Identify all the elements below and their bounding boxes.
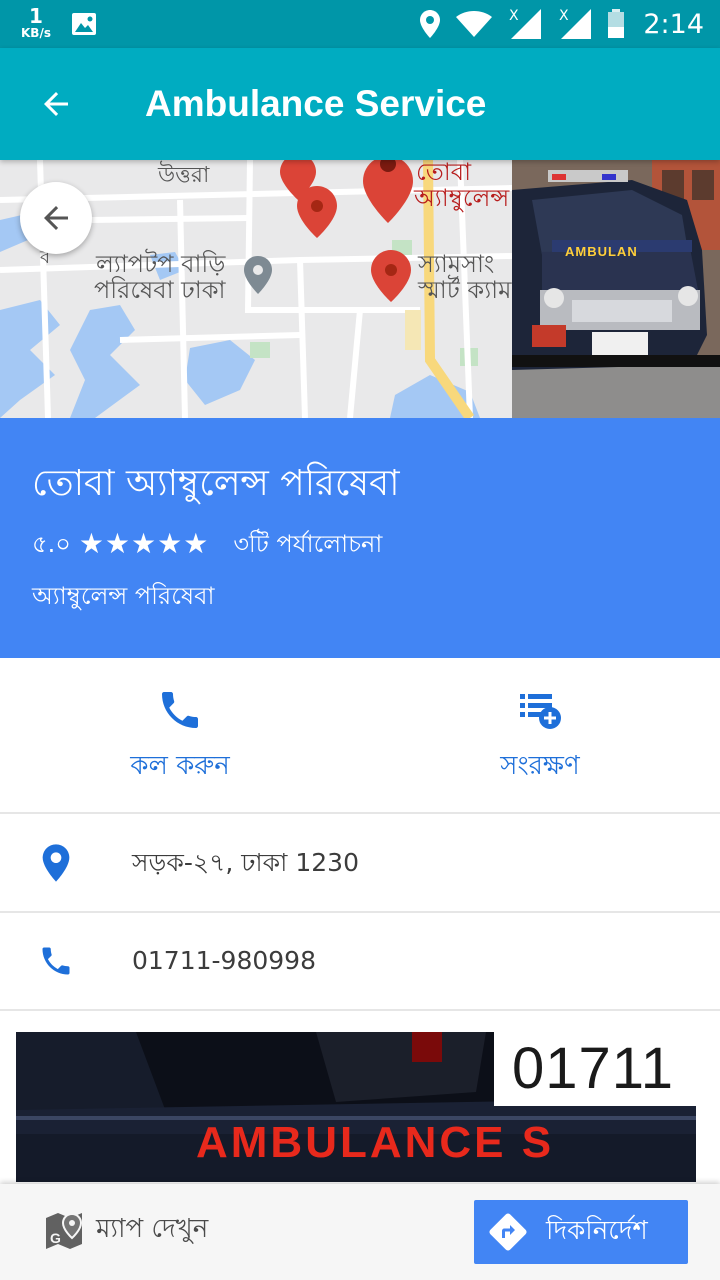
map-back-button[interactable] [20, 182, 92, 254]
bottom-bar: G ম্যাপ দেখুন দিকনির্দেশ [0, 1184, 720, 1280]
phone-icon [156, 686, 204, 734]
call-button[interactable]: কল করুন [0, 660, 360, 814]
place-category: অ্যাম্বুলেন্স পরিষেবা [32, 582, 215, 610]
map-label-laptop: ল্যাপটপ বাড়ি [96, 250, 226, 278]
banner-photo[interactable]: 01711 AMBULANCE S [16, 1032, 696, 1182]
phone-icon [36, 938, 76, 984]
directions-label: দিকনির্দেশ [546, 1216, 648, 1246]
view-map-label: ম্যাপ দেখুন [96, 1214, 209, 1244]
map-label-laptop-2: পরিষেবা ঢাকা [94, 276, 226, 304]
gallery-notification-icon [72, 13, 96, 35]
call-button-label: কল করুন [130, 751, 230, 781]
phone-row[interactable]: 01711-980998 [0, 913, 720, 1011]
back-button[interactable] [24, 80, 88, 128]
wifi-icon [456, 11, 493, 37]
rating-row: ৫.০ ★★★★★ ৩টি পর্যালোচনা [32, 524, 382, 564]
map-label-samsung: স্যামসাং [418, 250, 495, 278]
arrow-back-icon [44, 92, 68, 116]
svg-text:X: X [509, 8, 519, 24]
reviews-link[interactable]: ৩টি পর্যালোচনা [233, 524, 382, 564]
battery-icon [608, 9, 625, 38]
signal-sim1-icon: X [509, 8, 542, 39]
directions-icon [488, 1212, 528, 1252]
banner-phone-number: 01711 [512, 1036, 674, 1101]
network-speed-value: 1 [29, 4, 43, 28]
screen: 1 KB/s X X 2:14 Ambulance Service উত্তরা… [0, 0, 720, 1280]
map-label-samsung-2: স্মার্ট ক্যাম [418, 276, 512, 304]
place-name: তোবা অ্যাম্বুলেন্স পরিষেবা [32, 463, 400, 504]
svg-text:X: X [559, 8, 569, 24]
map-label-uttara: উত্তরা [158, 163, 210, 188]
place-header: তোবা অ্যাম্বুলেন্স পরিষেবা ৫.০ ★★★★★ ৩টি… [0, 418, 720, 658]
network-speed: 1 KB/s [18, 6, 54, 40]
page-title: Ambulance Service [145, 83, 487, 124]
rating-stars: ★★★★★ [78, 527, 210, 560]
svg-text:G: G [50, 1230, 61, 1246]
signal-sim2-icon: X [559, 8, 592, 39]
map-icon: G [46, 1212, 83, 1249]
map-preview[interactable]: উত্তরা ব ল্যাপটপ বাড়ি পরিষেবা ঢাকা তোবা… [0, 160, 512, 418]
ambulance-vehicle-text: AMBULAN [565, 244, 638, 259]
view-map-button[interactable]: G ম্যাপ দেখুন [44, 1206, 208, 1254]
app-bar: Ambulance Service [0, 48, 720, 160]
action-bar: কল করুন সংরক্ষণ [0, 660, 720, 814]
directions-button[interactable]: দিকনির্দেশ [474, 1200, 688, 1264]
place-photo[interactable]: AMBULAN [512, 160, 720, 418]
ambulance-photo-image [512, 160, 720, 418]
address-text: সড়ক-২৭, ঢাকা 1230 [132, 848, 359, 877]
location-pin-icon [36, 840, 76, 886]
save-button[interactable]: সংরক্ষণ [360, 660, 720, 814]
map-label-toba: তোবা [416, 160, 472, 186]
playlist-add-icon [516, 686, 564, 734]
banner-ambulance-text: AMBULANCE S [196, 1118, 555, 1167]
status-icons: X X 2:14 [419, 0, 704, 48]
status-bar: 1 KB/s X X 2:14 [0, 0, 720, 48]
network-speed-unit: KB/s [21, 26, 51, 40]
address-row[interactable]: সড়ক-২৭, ঢাকা 1230 [0, 815, 720, 913]
save-button-label: সংরক্ষণ [500, 751, 580, 781]
clock: 2:14 [643, 8, 704, 40]
map-label-toba-2: অ্যাম্বুলেন্স [414, 184, 510, 212]
location-icon [420, 10, 441, 38]
phone-number: 01711-980998 [132, 946, 316, 975]
rating-value: ৫.০ [32, 530, 71, 558]
arrow-back-icon [44, 206, 68, 230]
